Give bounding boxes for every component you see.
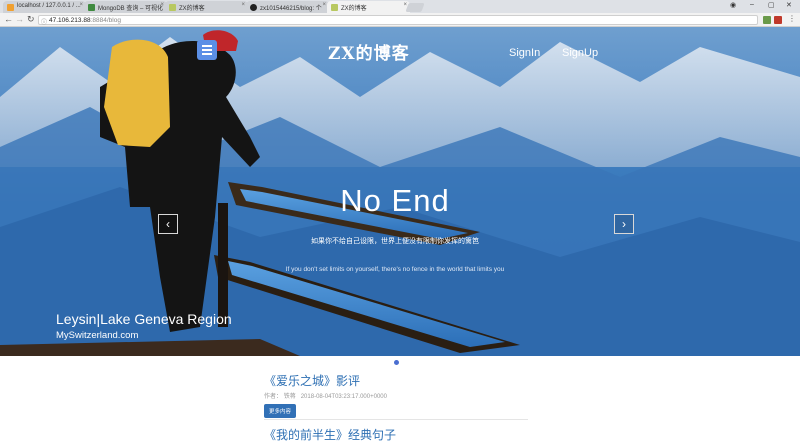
signin-link[interactable]: SignIn <box>509 47 540 59</box>
address-bar[interactable]: ⓘ 47.106.213.88:8884/blog <box>38 15 758 26</box>
browser-tab[interactable]: MongoDB 查询 – 可视化 × <box>84 1 167 13</box>
site-logo[interactable]: ZX的博客 <box>328 39 410 64</box>
post-divider <box>264 419 528 420</box>
profile-icon[interactable]: ◉ <box>730 1 736 9</box>
tab-title: zx1015446215/blog: 个 <box>260 6 322 12</box>
post-item: 《爱乐之城》影评 作者： 铁蒋 2018-08-04T03:23:17.000+… <box>264 372 528 418</box>
post-meta: 作者： 铁蒋 2018-08-04T03:23:17.000+0000 <box>264 391 528 400</box>
hero-title: No End <box>340 183 450 218</box>
browser-tab[interactable]: zx1015446215/blog: 个 × <box>246 1 329 13</box>
read-more-button[interactable]: 更多内容 <box>264 404 297 418</box>
signup-link[interactable]: SignUp <box>562 47 598 59</box>
browser-tab[interactable]: localhost / 127.0.0.1 / ... × <box>3 1 86 13</box>
close-tab-icon[interactable]: × <box>241 2 245 8</box>
browser-toolbar: ← → ↻ ⓘ 47.106.213.88:8884/blog ⋮ <box>0 13 800 27</box>
close-tab-icon[interactable]: × <box>79 2 83 8</box>
extension-icon[interactable] <box>763 16 771 24</box>
new-tab-button[interactable] <box>405 3 425 12</box>
maximize-icon[interactable]: ▢ <box>768 1 775 9</box>
close-window-icon[interactable]: ✕ <box>786 1 792 9</box>
hero-carousel: ZX的博客 SignIn SignUp ‹ › No End 如果你不给自己设限… <box>0 27 800 356</box>
extension-icon[interactable] <box>774 16 782 24</box>
address-path: :8884/blog <box>90 17 121 24</box>
minimize-icon[interactable]: – <box>750 1 754 8</box>
carousel-next-button[interactable]: › <box>614 214 634 234</box>
tab-title: ZX的博客 <box>341 6 367 12</box>
forward-arrow-icon[interactable]: → <box>15 14 24 24</box>
reload-icon[interactable]: ↻ <box>27 14 35 25</box>
close-tab-icon[interactable]: × <box>160 2 164 8</box>
mongodb-favicon-icon <box>88 4 95 11</box>
browser-tab-strip: localhost / 127.0.0.1 / ... × MongoDB 查询… <box>0 0 800 13</box>
phpmyadmin-favicon-icon <box>7 4 14 11</box>
menu-toggle-button[interactable] <box>197 40 217 60</box>
browser-tab-active[interactable]: ZX的博客 × <box>327 1 410 13</box>
tab-title: ZX的博客 <box>179 6 205 12</box>
tab-title: MongoDB 查询 – 可视化 <box>98 6 164 12</box>
chevron-left-icon: ‹ <box>166 217 170 231</box>
close-tab-icon[interactable]: × <box>322 2 326 8</box>
post-title[interactable]: 《爱乐之城》影评 <box>264 372 528 389</box>
blog-favicon-icon <box>331 4 338 11</box>
hero-subtitle-cn: 如果你不给自己设限，世界上便没有限制你发挥的篱笆 <box>311 238 479 245</box>
menu-dots-icon[interactable]: ⋮ <box>788 14 796 23</box>
image-credit: MySwitzerland.com <box>56 330 139 341</box>
carousel-prev-button[interactable]: ‹ <box>158 214 178 234</box>
address-host: 47.106.213.88 <box>49 17 91 24</box>
post-title[interactable]: 《我的前半生》经典句子 <box>264 426 528 443</box>
tab-title: localhost / 127.0.0.1 / ... <box>17 3 81 9</box>
image-caption: Leysin|Lake Geneva Region <box>56 311 232 327</box>
post-author: 铁蒋 <box>283 394 296 400</box>
post-item: 《我的前半生》经典句子 <box>264 426 528 443</box>
browser-tab[interactable]: ZX的博客 × <box>165 1 248 13</box>
back-arrow-icon[interactable]: ← <box>4 14 13 24</box>
blog-favicon-icon <box>169 4 176 11</box>
github-favicon-icon <box>250 4 257 11</box>
info-icon: ⓘ <box>41 20 48 26</box>
post-date: 2018-08-04T03:23:17.000+0000 <box>300 394 387 400</box>
chevron-right-icon: › <box>622 217 626 231</box>
author-label: 作者： <box>264 394 283 400</box>
hero-subtitle-en: If you don't set limits on yourself, the… <box>285 266 505 273</box>
carousel-indicator[interactable] <box>394 360 399 365</box>
